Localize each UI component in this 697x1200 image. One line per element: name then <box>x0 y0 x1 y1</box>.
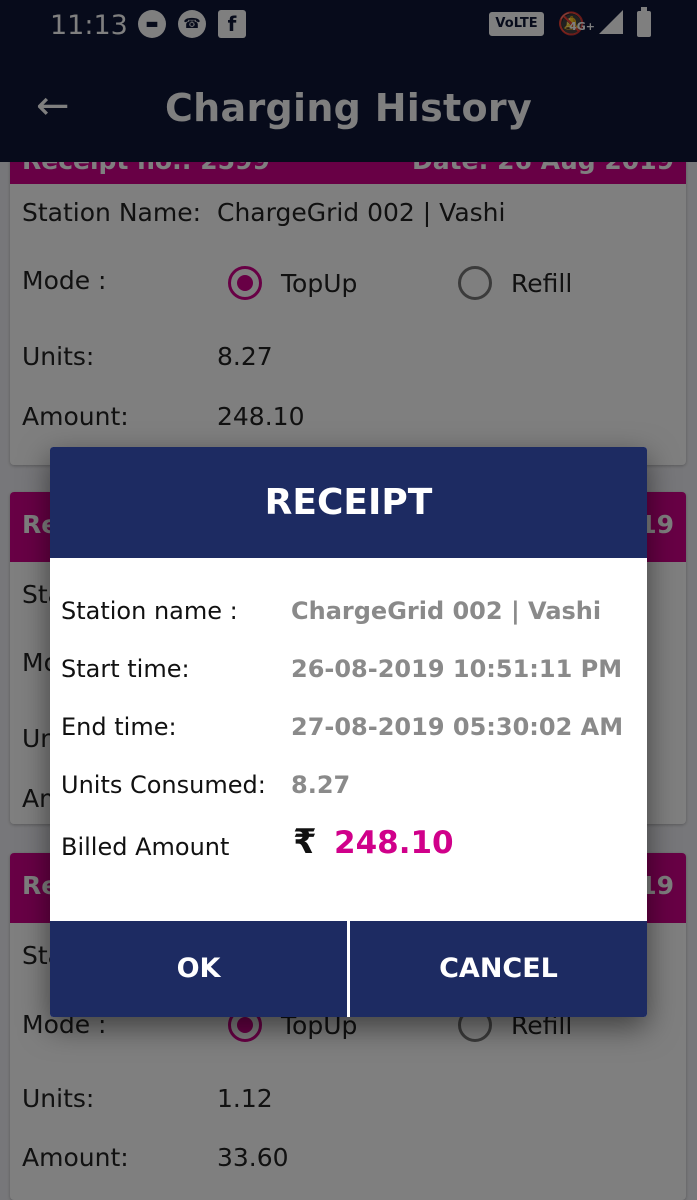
end-time-value: 27-08-2019 05:30:02 AM <box>291 713 624 741</box>
station-name-value: ChargeGrid 002 | Vashi <box>291 597 602 625</box>
billed-amount-value: 248.10 <box>334 825 454 861</box>
units-consumed-value: 8.27 <box>291 771 351 799</box>
dialog-title: RECEIPT <box>50 447 647 558</box>
billed-amount-label: Billed Amount <box>61 833 230 861</box>
end-time-label: End time: <box>61 713 177 741</box>
cancel-button[interactable]: CANCEL <box>350 921 647 1017</box>
receipt-dialog: RECEIPT Station name : ChargeGrid 002 | … <box>50 447 647 1017</box>
start-time-label: Start time: <box>61 655 190 683</box>
start-time-value: 26-08-2019 10:51:11 PM <box>291 655 623 683</box>
ok-button[interactable]: OK <box>50 921 347 1017</box>
station-name-label: Station name : <box>61 597 238 625</box>
units-consumed-label: Units Consumed: <box>61 771 266 799</box>
rupee-icon: ₹ <box>293 822 317 862</box>
